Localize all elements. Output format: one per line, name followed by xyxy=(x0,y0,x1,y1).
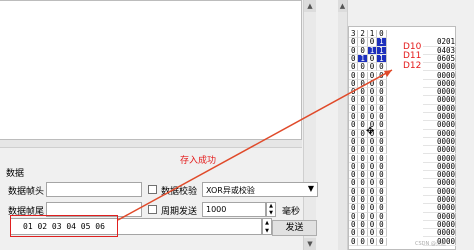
periodic-checkbox[interactable] xyxy=(148,205,157,214)
period-spinner[interactable]: ▲ ▼ xyxy=(266,202,276,217)
chevron-down-icon[interactable]: ▼ xyxy=(304,238,316,250)
send-scroll[interactable]: ▲ ▼ xyxy=(262,218,272,235)
bit-cell[interactable]: 0 xyxy=(349,237,359,246)
section-title: 数据 xyxy=(6,169,25,179)
left-vscrollbar[interactable]: ▲ ▼ xyxy=(303,0,316,250)
send-data-text: 01 02 03 04 05 06 xyxy=(23,222,105,231)
checksum-type-value: XOR异或校验 xyxy=(206,186,255,195)
bit-cell[interactable]: 0 xyxy=(377,237,387,246)
splitter-gap xyxy=(317,0,338,250)
periodic-label: 周期发送 xyxy=(161,207,198,217)
bit-cell[interactable]: 0 xyxy=(367,237,378,246)
annotation-label: 存入成功 xyxy=(180,156,217,166)
checksum-check-label: 数据校验 xyxy=(161,187,198,197)
period-input[interactable]: 1000 xyxy=(202,202,266,217)
receive-textbox[interactable] xyxy=(0,0,302,140)
frame-head-input[interactable] xyxy=(46,182,142,197)
chevron-up-icon[interactable]: ▲ xyxy=(338,0,347,12)
d-label-2: D12 xyxy=(403,61,422,71)
d-label-1: D11 xyxy=(403,51,422,61)
period-unit-label: 毫秒 xyxy=(282,207,301,217)
bit-cell[interactable]: 0 xyxy=(358,237,368,246)
table-right-margin xyxy=(456,26,474,250)
table-top-area xyxy=(348,0,458,26)
period-value: 1000 xyxy=(206,205,227,214)
checksum-type-select[interactable]: XOR异或校验 ▼ xyxy=(202,182,318,197)
chevron-down-icon: ▼ xyxy=(307,184,314,193)
send-button[interactable]: 发送 xyxy=(272,220,317,236)
crosshair-cursor-icon: ✥ xyxy=(366,126,375,137)
register-table: 3 2 1 0 0 0 0 1 0201 0 0 1 1 0403 0 1 0 1 0605 0 0 0 0 0000 0 0 0 0… xyxy=(348,26,457,250)
receive-hscrollbar[interactable] xyxy=(0,140,302,148)
right-vscrollbar[interactable]: ▲ xyxy=(338,0,348,250)
chevron-up-icon[interactable]: ▲ xyxy=(304,0,316,12)
watermark: CSDN @灵迷 xyxy=(415,241,446,247)
checksum-checkbox[interactable] xyxy=(148,185,157,194)
frame-head-label: 数据帧头 xyxy=(8,187,45,197)
